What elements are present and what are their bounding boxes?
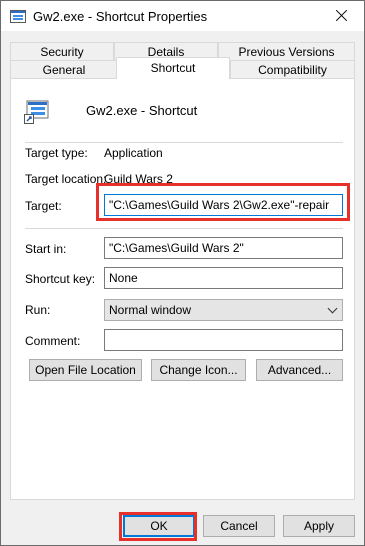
cancel-button[interactable]: Cancel: [203, 515, 275, 537]
tab-shortcut[interactable]: Shortcut: [116, 57, 230, 79]
tab-general[interactable]: General: [10, 60, 118, 79]
start-in-field[interactable]: "C:\Games\Guild Wars 2": [104, 237, 343, 259]
target-highlight-box: [96, 183, 350, 221]
target-label: Target:: [25, 199, 62, 213]
tab-previous-versions[interactable]: Previous Versions: [218, 42, 355, 60]
run-select[interactable]: Normal window: [104, 299, 343, 321]
title-bar[interactable]: Gw2.exe - Shortcut Properties: [1, 1, 364, 31]
dialog-body: Security Details Previous Versions Gener…: [1, 31, 364, 545]
run-label: Run:: [25, 303, 51, 317]
start-in-label: Start in:: [25, 242, 67, 256]
shortcut-tab-page: Gw2.exe - Shortcut Target type: Applicat…: [10, 78, 355, 500]
run-select-value: Normal window: [109, 303, 192, 317]
separator: [25, 142, 343, 143]
shortcut-name: Gw2.exe - Shortcut: [86, 103, 198, 118]
separator: [25, 228, 343, 229]
properties-window: Gw2.exe - Shortcut Properties Security D…: [0, 0, 365, 546]
target-location-label: Target location:: [25, 172, 107, 186]
target-type-label: Target type:: [25, 146, 88, 160]
comment-label: Comment:: [25, 334, 81, 348]
window-title: Gw2.exe - Shortcut Properties: [33, 9, 208, 24]
shortcut-key-label: Shortcut key:: [25, 272, 96, 286]
advanced-button[interactable]: Advanced...: [256, 359, 343, 381]
close-button[interactable]: [319, 1, 364, 31]
comment-field[interactable]: [104, 329, 343, 351]
tab-compatibility[interactable]: Compatibility: [230, 60, 355, 79]
application-icon: [24, 100, 49, 124]
tab-security[interactable]: Security: [10, 42, 114, 60]
change-icon-button[interactable]: Change Icon...: [151, 359, 246, 381]
shortcut-app-icon: [10, 10, 26, 23]
shortcut-key-field[interactable]: None: [104, 267, 343, 289]
target-type-value: Application: [104, 146, 163, 160]
open-file-location-button[interactable]: Open File Location: [29, 359, 142, 381]
chevron-down-icon: [327, 303, 338, 314]
ok-highlight-box: [119, 512, 197, 541]
apply-button[interactable]: Apply: [283, 515, 355, 537]
